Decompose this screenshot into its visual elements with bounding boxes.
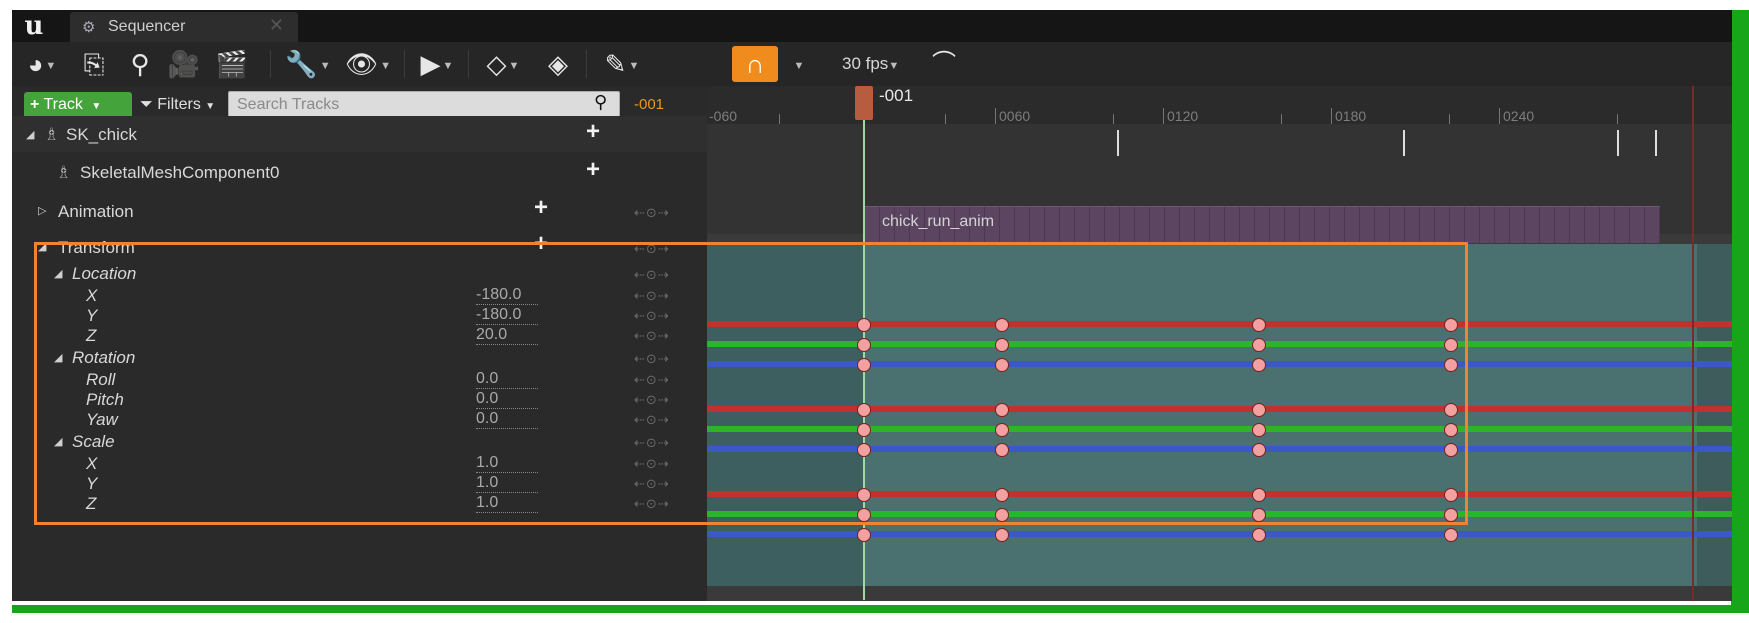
- add-track-button[interactable]: + Track ▼: [24, 92, 132, 118]
- camera-icon[interactable]: 🎥: [164, 46, 204, 82]
- toolbar-separator: [586, 50, 587, 78]
- fps-dropdown[interactable]: 30 fps▼: [842, 46, 899, 82]
- filter-icon: ⏷: [140, 96, 153, 113]
- clapperboard-icon[interactable]: 🎬: [212, 46, 252, 82]
- keyframe[interactable]: [1252, 528, 1266, 542]
- toolbar: ◕ ▼ ⎘ ⚲ 🎥 🎬 🔧 ▼ 👁 ▼ ▶ ▼ ◇ ▼ ◈ ✎ ▼ ∩ ▼ 30 fps▼ …: [12, 42, 1732, 86]
- playback-end-marker[interactable]: [1692, 86, 1694, 601]
- background-edge: [1731, 10, 1749, 610]
- keyframe[interactable]: [1444, 528, 1458, 542]
- toolbar-separator: [468, 50, 469, 78]
- tick-mark: [1331, 108, 1332, 124]
- tick-mark: [1113, 114, 1114, 124]
- tab-bar: u ⚙ Sequencer ✕: [12, 10, 1732, 42]
- current-frame-readout: -001: [634, 96, 665, 113]
- tick-label: 0180: [1335, 108, 1367, 124]
- key-marker[interactable]: [1403, 130, 1405, 156]
- add-icon[interactable]: +: [586, 156, 600, 184]
- save-icon[interactable]: ⎘: [74, 46, 114, 82]
- highlight-box: [34, 242, 1468, 525]
- skeletal-mesh-icon: ♗: [56, 163, 72, 182]
- search-icon[interactable]: ⚲: [122, 46, 158, 82]
- playhead-label: -001: [879, 86, 914, 105]
- key-marker[interactable]: [1117, 130, 1119, 156]
- background-edge-bottom: [12, 605, 1749, 613]
- track-label: SkeletalMeshComponent0: [80, 163, 280, 182]
- unreal-logo-icon[interactable]: u: [12, 10, 56, 42]
- playhead-handle[interactable]: [855, 86, 873, 120]
- tick-mark: [1499, 108, 1500, 124]
- chevron-down-icon: ▼: [205, 101, 216, 112]
- play-icon[interactable]: ▶ ▼: [414, 46, 460, 82]
- toolbar-separator: [270, 50, 271, 78]
- key-icon[interactable]: ◈: [538, 46, 578, 82]
- sequencer-icon: ⚙: [82, 19, 96, 36]
- keyframe[interactable]: [857, 528, 871, 542]
- tick-mark: [995, 108, 996, 124]
- keyframe-icon[interactable]: ◇ ▼: [476, 46, 530, 82]
- filters-label: Filters: [157, 96, 201, 113]
- expand-triangle-icon[interactable]: ▷: [38, 204, 46, 217]
- tick-mark: [779, 114, 780, 124]
- tick-label: 0060: [999, 108, 1031, 124]
- add-icon[interactable]: +: [586, 118, 600, 146]
- animation-clip-label: chick_run_anim: [882, 213, 995, 230]
- pencil-icon[interactable]: ✎ ▼: [596, 46, 648, 82]
- track-label: SK_chick: [66, 125, 137, 144]
- key-navigation[interactable]: ⇠⊙⇢: [634, 205, 670, 221]
- eye-icon[interactable]: 👁 ▼: [342, 46, 394, 82]
- collapse-triangle-icon[interactable]: ◢: [26, 128, 34, 141]
- tick-label: 0240: [1503, 108, 1535, 124]
- tick-mark: [1281, 114, 1282, 124]
- tick-mark: [1163, 108, 1164, 124]
- key-marker[interactable]: [1617, 130, 1619, 156]
- search-icon[interactable]: ⚲: [594, 92, 607, 113]
- tick-label: -060: [709, 108, 738, 124]
- add-icon[interactable]: +: [534, 194, 548, 222]
- magnet-icon[interactable]: ∩: [732, 46, 778, 82]
- track-label: Animation: [58, 202, 134, 221]
- toolbar-separator: [404, 50, 405, 78]
- tick-mark: [1617, 114, 1618, 124]
- search-input[interactable]: Search Tracks: [228, 91, 620, 117]
- world-icon[interactable]: ◕ ▼: [20, 46, 64, 82]
- sequencer-window: u ⚙ Sequencer ✕ ◕ ▼ ⎘ ⚲ 🎥 🎬 🔧 ▼ 👁 ▼ ▶ ▼ ◇ ▼ ◈…: [0, 0, 1749, 623]
- track-row-animation[interactable]: ▷ Animation + ⇠⊙⇢: [12, 192, 707, 228]
- tick-label: 0120: [1167, 108, 1199, 124]
- track-row-actor[interactable]: ◢ ♗ SK_chick +: [12, 116, 707, 152]
- chevron-down-icon: ▼: [91, 101, 102, 112]
- add-track-label: Track: [43, 96, 83, 113]
- curve-editor-icon[interactable]: ⌒: [924, 46, 964, 82]
- tab-title: Sequencer: [108, 18, 186, 35]
- key-marker[interactable]: [1655, 130, 1657, 156]
- close-icon[interactable]: ✕: [269, 15, 284, 36]
- snap-options-chevron-down-icon[interactable]: ▼: [788, 46, 808, 82]
- plus-icon: +: [30, 96, 40, 113]
- skeletal-mesh-icon: ♗: [44, 125, 60, 144]
- tab-sequencer[interactable]: ⚙ Sequencer ✕: [70, 12, 298, 42]
- tick-mark: [945, 114, 946, 124]
- wrench-icon[interactable]: 🔧 ▼: [284, 46, 332, 82]
- tick-mark: [1449, 114, 1450, 124]
- keyframe[interactable]: [995, 528, 1009, 542]
- track-row-component[interactable]: ♗ SkeletalMeshComponent0 +: [12, 152, 707, 190]
